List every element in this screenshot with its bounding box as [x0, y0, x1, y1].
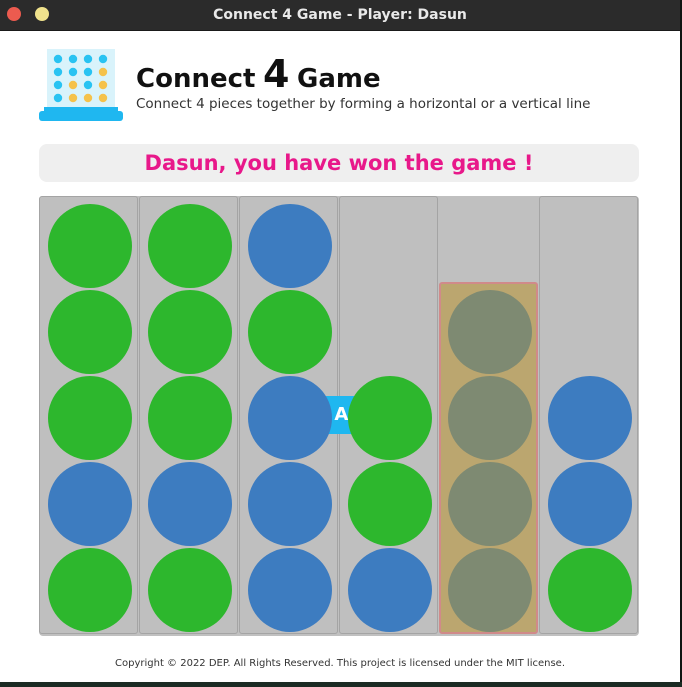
blue-piece [148, 462, 232, 546]
green-piece [148, 548, 232, 632]
title-prefix: Connect [136, 64, 256, 94]
winning-piece [448, 548, 532, 632]
logo-dot [53, 80, 63, 90]
window-title: Connect 4 Game - Player: Dasun [213, 7, 467, 23]
logo-dot [68, 67, 78, 77]
blue-piece [248, 376, 332, 460]
logo-dot [98, 80, 108, 90]
logo-dot [98, 54, 108, 64]
logo-dot [68, 93, 78, 103]
blue-piece [548, 462, 632, 546]
blue-piece [48, 462, 132, 546]
page-title: Connect 4 Game [136, 52, 381, 102]
logo-dot [98, 67, 108, 77]
winning-piece [448, 462, 532, 546]
title-suffix: Game [297, 64, 381, 94]
logo-dot [53, 93, 63, 103]
status-banner: Dasun, you have won the game ! [39, 144, 639, 182]
blue-piece [248, 462, 332, 546]
green-piece [348, 462, 432, 546]
logo-dot [83, 54, 93, 64]
winning-piece [448, 290, 532, 374]
logo-dot [83, 93, 93, 103]
green-piece [348, 376, 432, 460]
winning-piece [448, 376, 532, 460]
blue-piece [348, 548, 432, 632]
green-piece [148, 290, 232, 374]
title-bar: Connect 4 Game - Player: Dasun [0, 0, 680, 31]
logo-dot [53, 67, 63, 77]
logo-dot [68, 54, 78, 64]
footer-copyright: Copyright © 2022 DEP. All Rights Reserve… [115, 658, 565, 669]
green-piece [48, 548, 132, 632]
logo-dot [98, 93, 108, 103]
blue-piece [548, 376, 632, 460]
logo-dot [83, 80, 93, 90]
green-piece [48, 376, 132, 460]
blue-piece [248, 548, 332, 632]
blue-piece [248, 204, 332, 288]
logo-dot [83, 67, 93, 77]
green-piece [148, 204, 232, 288]
green-piece [48, 290, 132, 374]
logo-dot [53, 54, 63, 64]
green-piece [148, 376, 232, 460]
desktop-background [0, 682, 682, 687]
title-number: 4 [263, 52, 290, 96]
green-piece [248, 290, 332, 374]
connect4-logo-icon [39, 49, 123, 121]
logo-dot [68, 80, 78, 90]
green-piece [548, 548, 632, 632]
game-window: Connect 4 Game - Player: Dasun Connect 4… [0, 0, 682, 682]
page-subtitle: Connect 4 pieces together by forming a h… [136, 96, 591, 112]
status-message: Dasun, you have won the game ! [144, 151, 534, 175]
green-piece [48, 204, 132, 288]
